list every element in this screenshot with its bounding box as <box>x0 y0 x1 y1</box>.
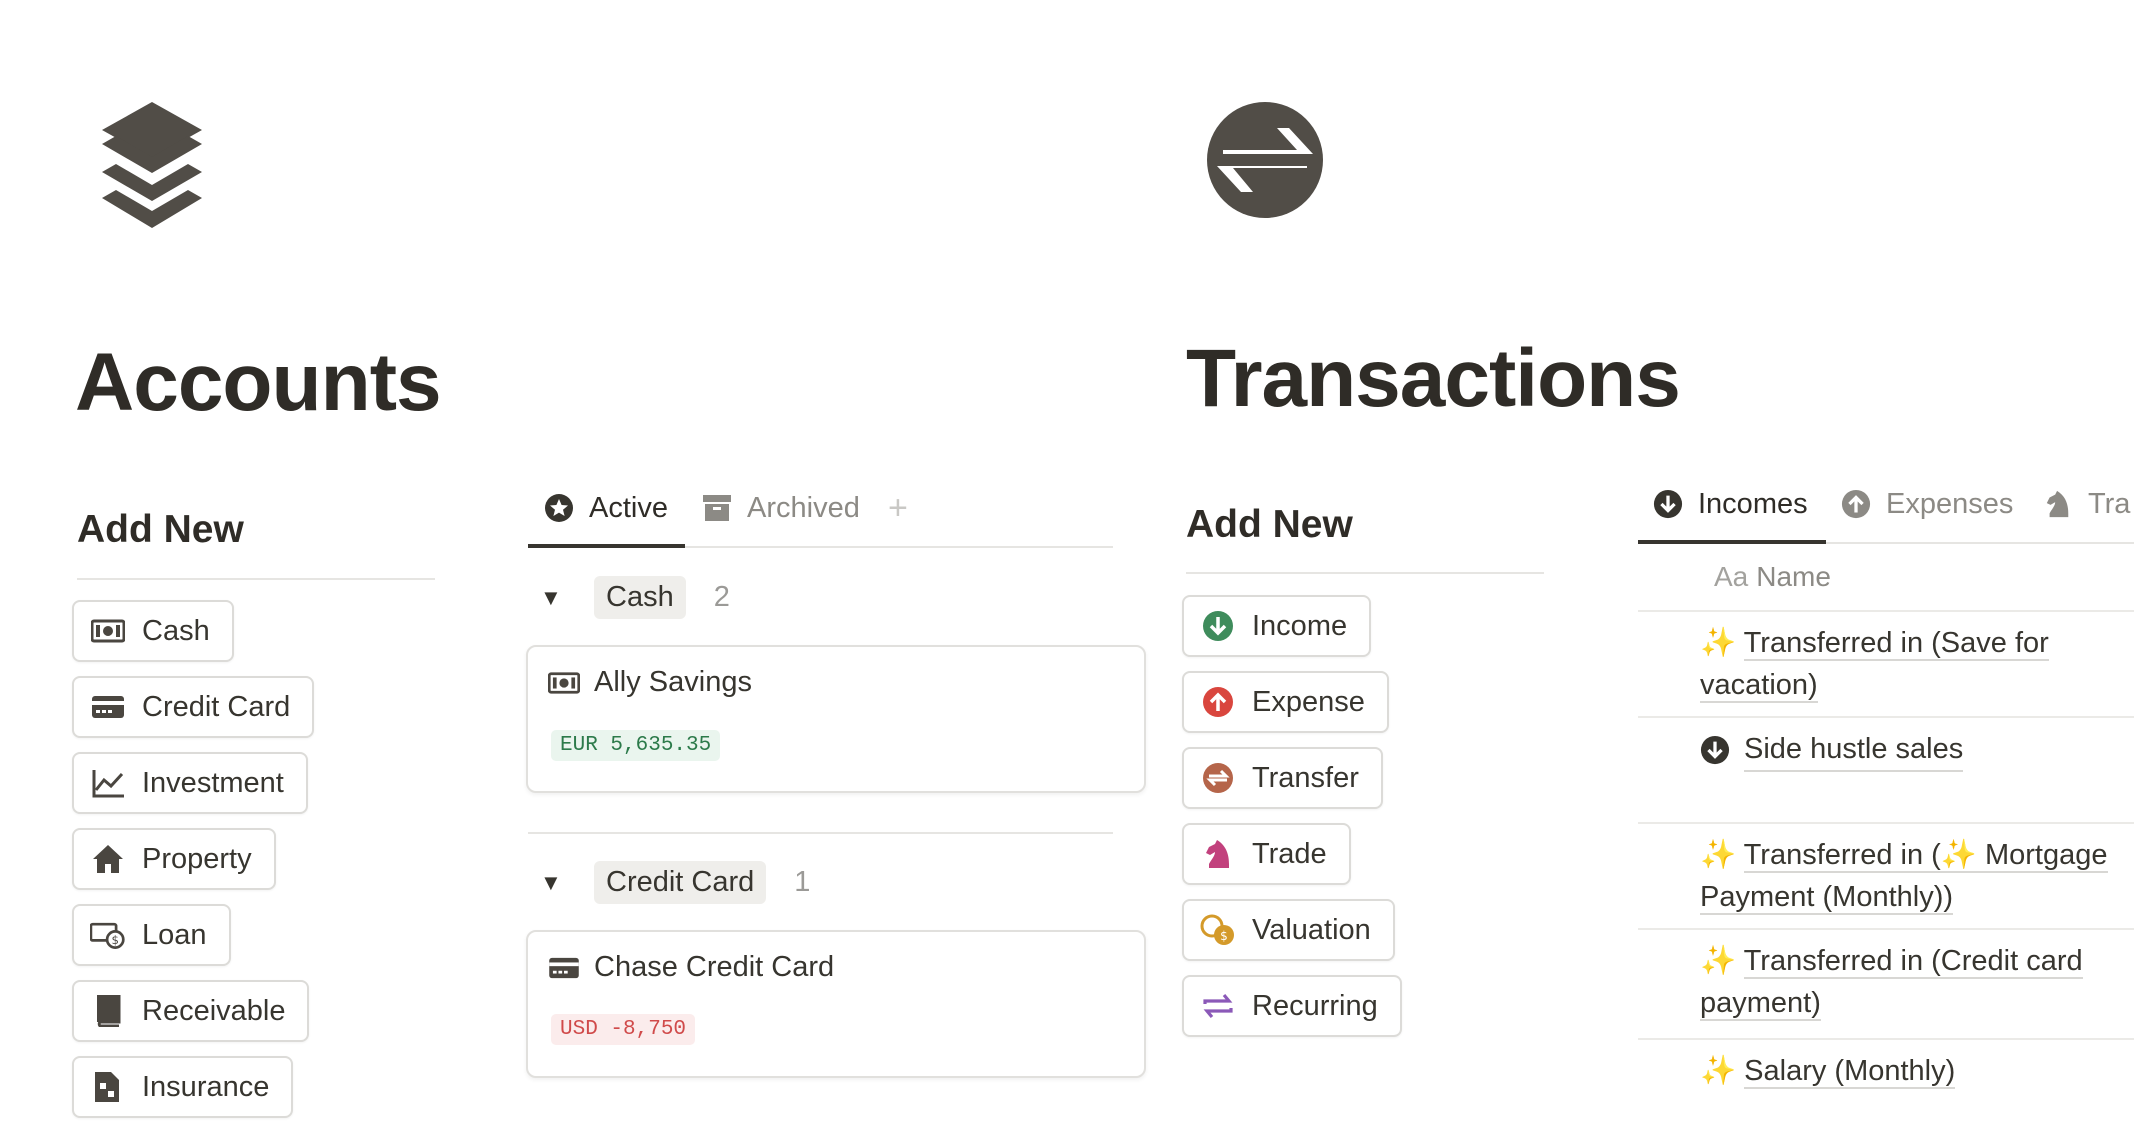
add-expense-button[interactable]: Expense <box>1182 671 1389 733</box>
table-row[interactable]: ✨ Transferred in (Credit card payment) <box>1700 940 2083 1024</box>
card-title[interactable]: Ally Savings <box>548 666 752 699</box>
add-property-button[interactable]: Property <box>72 828 276 890</box>
add-new-heading: Add New <box>77 508 244 551</box>
table-row[interactable]: Side hustle sales <box>1700 728 1964 772</box>
loan-icon: $ <box>90 917 126 953</box>
chart-line-icon <box>90 765 126 801</box>
row-divider <box>1638 716 2134 718</box>
divider <box>1186 572 1544 574</box>
tab-active[interactable]: Active <box>543 485 668 531</box>
tab-expenses[interactable]: Expenses <box>1840 481 2013 527</box>
add-cash-button[interactable]: Cash <box>72 600 234 662</box>
repeat-icon <box>1200 988 1236 1024</box>
expense-arrow-up-icon <box>1200 684 1236 720</box>
credit-card-icon <box>90 689 126 725</box>
add-loan-button[interactable]: $ Loan <box>72 904 231 966</box>
balance-badge: USD -8,750 <box>551 1014 696 1045</box>
row-divider <box>1638 822 2134 824</box>
credit-card-icon <box>548 952 580 984</box>
star-badge-icon <box>543 492 575 524</box>
layers-icon <box>100 100 230 240</box>
transfer-arrows-icon <box>1205 100 1335 240</box>
page-title: Transactions <box>1186 333 1681 424</box>
income-arrow-down-icon <box>1700 735 1730 765</box>
table-row[interactable]: ✨ Transferred in (✨ Mortgage Payment (Mo… <box>1700 834 2108 918</box>
income-arrow-down-icon <box>1652 488 1684 520</box>
tab-trades[interactable]: Tra <box>2042 481 2130 527</box>
tab-archived[interactable]: Archived <box>701 485 860 531</box>
group-header-cash[interactable]: ▼ Cash 2 <box>540 576 730 619</box>
svg-text:$: $ <box>111 933 118 947</box>
row-divider <box>1638 1038 2134 1040</box>
active-tab-indicator <box>1638 540 1826 544</box>
text-property-icon: Aa <box>1714 561 1749 592</box>
cash-icon <box>90 613 126 649</box>
insurance-icon <box>90 1069 126 1105</box>
income-arrow-down-icon <box>1200 608 1236 644</box>
add-trade-button[interactable]: Trade <box>1182 823 1351 885</box>
add-credit-card-button[interactable]: Credit Card <box>72 676 315 738</box>
row-divider <box>1638 610 2134 612</box>
coins-icon: $ <box>1200 912 1236 948</box>
chess-knight-icon <box>2042 488 2074 520</box>
divider <box>77 578 435 580</box>
expense-arrow-up-icon <box>1840 488 1872 520</box>
table-row[interactable]: ✨ Salary (Monthly) <box>1700 1050 1956 1092</box>
column-header-name[interactable]: Aa Name <box>1714 561 1831 593</box>
add-income-button[interactable]: Income <box>1182 595 1372 657</box>
collapse-triangle-icon: ▼ <box>540 584 562 610</box>
add-recurring-button[interactable]: Recurring <box>1182 975 1402 1037</box>
add-new-heading: Add New <box>1186 503 1353 546</box>
add-transfer-button[interactable]: Transfer <box>1182 747 1383 809</box>
page-title: Accounts <box>75 337 442 428</box>
group-divider <box>528 832 1113 834</box>
archive-icon <box>701 492 733 524</box>
collapse-triangle-icon: ▼ <box>540 869 562 895</box>
add-valuation-button[interactable]: $ Valuation <box>1182 899 1395 961</box>
book-icon <box>90 993 126 1029</box>
add-investment-button[interactable]: Investment <box>72 752 308 814</box>
active-tab-indicator <box>528 544 685 548</box>
row-divider <box>1638 928 2134 930</box>
group-header-credit-card[interactable]: ▼ Credit Card 1 <box>540 861 810 904</box>
cash-icon <box>548 667 580 699</box>
home-icon <box>90 841 126 877</box>
balance-badge: EUR 5,635.35 <box>551 730 721 761</box>
table-row[interactable]: ✨ Transferred in (Save for vacation) <box>1700 622 2049 706</box>
transfer-icon <box>1200 760 1236 796</box>
add-view-button[interactable]: + <box>888 485 908 531</box>
add-insurance-button[interactable]: Insurance <box>72 1056 294 1118</box>
card-title[interactable]: Chase Credit Card <box>548 951 834 984</box>
svg-text:$: $ <box>1220 929 1228 943</box>
tab-incomes[interactable]: Incomes <box>1652 481 1808 527</box>
chess-knight-icon <box>1200 836 1236 872</box>
add-receivable-button[interactable]: Receivable <box>72 980 310 1042</box>
